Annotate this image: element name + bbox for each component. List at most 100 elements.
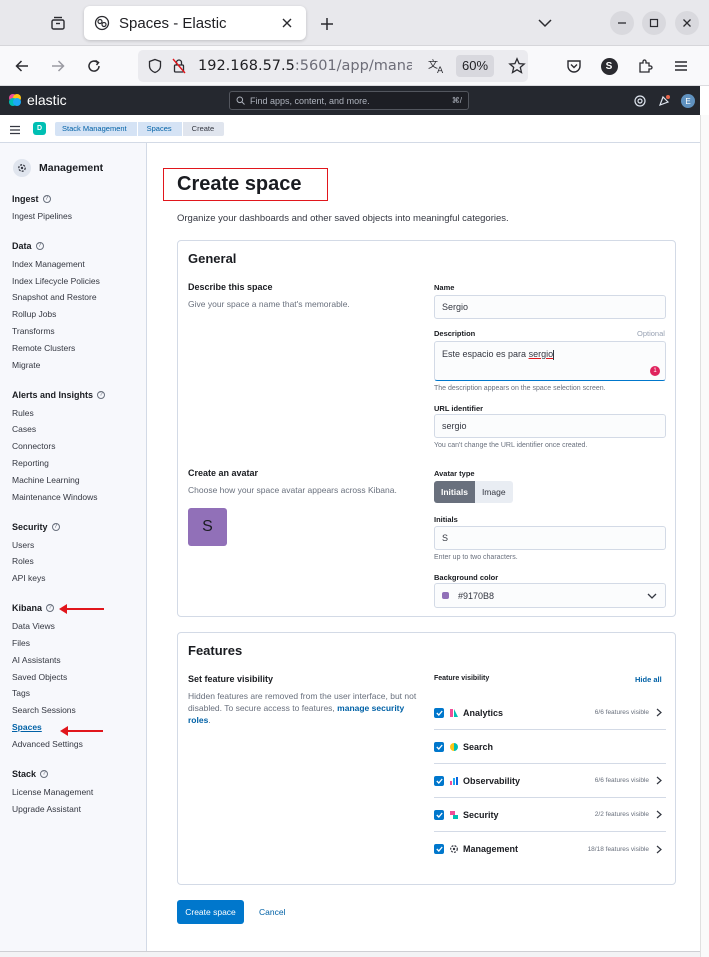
chevron-down-icon: [538, 19, 552, 28]
section-ingest: Ingest?: [12, 194, 51, 204]
sidebar-item-rules[interactable]: Rules: [12, 408, 34, 418]
sidebar-item-transforms[interactable]: Transforms: [12, 326, 55, 336]
cancel-button[interactable]: Cancel: [259, 900, 285, 924]
insecure-lock-icon[interactable]: [168, 56, 190, 76]
minimize-window-button[interactable]: [610, 11, 634, 35]
sidebar-item-index-lifecycle-policies[interactable]: Index Lifecycle Policies: [12, 276, 100, 286]
extensions-button[interactable]: [632, 54, 658, 78]
sidebar-item-roles[interactable]: Roles: [12, 556, 34, 566]
annotation-arrow-kibana: [59, 604, 104, 614]
sidebar-item-tags[interactable]: Tags: [12, 688, 30, 698]
sidebar-item-remote-clusters[interactable]: Remote Clusters: [12, 343, 75, 353]
checkbox-checked[interactable]: [434, 809, 444, 820]
create-space-button[interactable]: Create space: [177, 900, 244, 924]
sidebar-item-spaces[interactable]: Spaces: [12, 722, 42, 732]
space-selector-avatar[interactable]: D: [33, 122, 46, 135]
feature-count: 6/6 features visible: [594, 709, 649, 716]
sidebar-item-index-management[interactable]: Index Management: [12, 259, 85, 269]
sidebar-item-rollup-jobs[interactable]: Rollup Jobs: [12, 309, 56, 319]
name-input[interactable]: Sergio: [434, 295, 666, 319]
checkbox-checked[interactable]: [434, 775, 444, 786]
sidebar-item-users[interactable]: Users: [12, 540, 34, 550]
sidebar-item-maintenance-windows[interactable]: Maintenance Windows: [12, 492, 98, 502]
sidebar-item-search-sessions[interactable]: Search Sessions: [12, 705, 76, 715]
back-button[interactable]: [9, 54, 35, 78]
describe-desc: Give your space a name that's memorable.: [188, 299, 350, 309]
browser-tab-active[interactable]: Spaces - Elastic: [84, 6, 306, 40]
sidebar-item-connectors[interactable]: Connectors: [12, 441, 55, 451]
app-menu-button[interactable]: [668, 54, 694, 78]
help-icon: ?: [35, 242, 44, 250]
bookmark-star-icon[interactable]: [506, 56, 528, 76]
puzzle-icon: [639, 59, 653, 73]
description-help: The description appears on the space sel…: [434, 385, 606, 392]
tab-overview-button[interactable]: [44, 10, 72, 36]
observability-icon: [448, 775, 460, 787]
checkbox-checked[interactable]: [434, 741, 444, 752]
chevron-right-icon[interactable]: [655, 776, 663, 786]
chevron-right-icon[interactable]: [655, 708, 663, 718]
optional-label: Optional: [637, 329, 665, 338]
checkbox-checked[interactable]: [434, 844, 444, 854]
section-data: Data?: [12, 241, 44, 251]
user-avatar[interactable]: E: [681, 94, 695, 108]
global-search-input[interactable]: Find apps, content, and more. ⌘/: [229, 91, 469, 110]
news-feed-icon[interactable]: [656, 93, 672, 109]
feature-row-observability[interactable]: Observability 6/6 features visible: [434, 764, 666, 798]
new-tab-button[interactable]: [315, 12, 339, 36]
forward-button[interactable]: [45, 54, 71, 78]
main-content: Create space Organize your dashboards an…: [148, 143, 700, 951]
sidebar-item-reporting[interactable]: Reporting: [12, 458, 49, 468]
help-menu-icon[interactable]: [632, 93, 648, 109]
avatar-type-image-button[interactable]: Image: [474, 481, 513, 503]
close-window-button[interactable]: [675, 11, 699, 35]
section-stack: Stack?: [12, 769, 49, 779]
nav-menu-icon[interactable]: [9, 123, 21, 135]
feature-row-security[interactable]: Security 2/2 features visible: [434, 798, 666, 832]
breadcrumb-spaces[interactable]: Spaces: [137, 122, 182, 136]
maximize-icon: [649, 18, 659, 28]
initials-input[interactable]: S: [434, 526, 666, 550]
feature-row-search[interactable]: Search: [434, 730, 666, 764]
sidebar-item-upgrade-assistant[interactable]: Upgrade Assistant: [12, 804, 81, 814]
reload-button[interactable]: [81, 54, 107, 78]
chevron-right-icon[interactable]: [655, 844, 663, 854]
sidebar-item-migrate[interactable]: Migrate: [12, 360, 40, 370]
chevron-right-icon[interactable]: [655, 810, 663, 820]
sidebar-item-cases[interactable]: Cases: [12, 424, 36, 434]
sidebar-item-saved-objects[interactable]: Saved Objects: [12, 672, 67, 682]
hide-all-button[interactable]: Hide all: [635, 675, 662, 684]
maximize-window-button[interactable]: [642, 11, 666, 35]
pocket-button[interactable]: [561, 54, 587, 78]
sidebar-item-snapshot-restore[interactable]: Snapshot and Restore: [12, 292, 97, 302]
sidebar-item-data-views[interactable]: Data Views: [12, 621, 55, 631]
sidebar-item-ai-assistants[interactable]: AI Assistants: [12, 655, 61, 665]
url-bar[interactable]: 192.168.57.5:5601/app/manag 文A 60%: [138, 50, 528, 82]
sidebar-item-files[interactable]: Files: [12, 638, 30, 648]
feature-row-analytics[interactable]: Analytics 6/6 features visible: [434, 696, 666, 730]
browser-tab-bar: Spaces - Elastic: [0, 0, 709, 46]
zoom-level-badge[interactable]: 60%: [456, 55, 495, 77]
description-textarea[interactable]: Este espacio es para sergio 1: [434, 341, 666, 381]
avatar-type-initials-button[interactable]: Initials: [434, 481, 475, 503]
account-button[interactable]: S: [596, 54, 622, 78]
sidebar-item-api-keys[interactable]: API keys: [12, 573, 46, 583]
checkbox-checked[interactable]: [434, 707, 444, 718]
url-identifier-help: You can't change the URL identifier once…: [434, 442, 588, 449]
background-color-picker[interactable]: #9170B8: [434, 583, 666, 608]
feature-count: 2/2 features visible: [594, 811, 649, 818]
list-all-tabs-button[interactable]: [533, 12, 557, 34]
sidebar-item-license-management[interactable]: License Management: [12, 787, 93, 797]
sidebar-item-machine-learning[interactable]: Machine Learning: [12, 475, 80, 485]
breadcrumb-stack-management[interactable]: Stack Management: [55, 122, 137, 136]
feature-row-management[interactable]: Management 18/18 features visible: [434, 832, 666, 866]
elastic-logo[interactable]: elastic: [8, 92, 67, 108]
svg-text:A: A: [437, 66, 444, 74]
features-heading: Features: [188, 643, 243, 658]
url-identifier-input[interactable]: sergio: [434, 414, 666, 438]
translate-icon[interactable]: 文A: [426, 56, 448, 76]
sidebar-item-ingest-pipelines[interactable]: Ingest Pipelines: [12, 211, 72, 221]
tab-close-icon[interactable]: [278, 14, 296, 32]
shield-icon[interactable]: [144, 56, 166, 76]
sidebar-item-advanced-settings[interactable]: Advanced Settings: [12, 739, 83, 749]
